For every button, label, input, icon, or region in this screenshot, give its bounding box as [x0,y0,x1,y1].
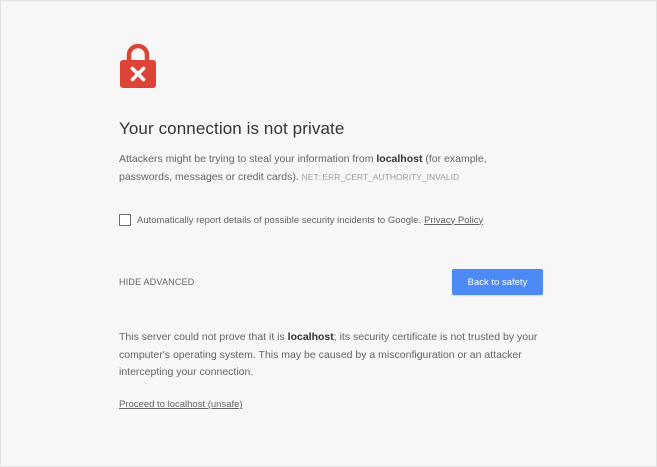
lock-warning-icon [120,43,156,88]
interstitial-page: Your connection is not private Attackers… [0,0,657,467]
page-title: Your connection is not private [119,119,345,138]
details-prefix: This server could not prove that it is [119,331,288,343]
advanced-details: This server could not prove that it is l… [119,329,551,382]
details-host: localhost [287,331,334,343]
description-host: localhost [376,153,423,165]
proceed-unsafe-link[interactable]: Proceed to localhost (unsafe) [119,399,243,410]
error-code: NET::ERR_CERT_AUTHORITY_INVALID [301,171,460,182]
back-to-safety-button[interactable]: Back to safety [452,269,543,295]
privacy-policy-link[interactable]: Privacy Policy [424,215,483,226]
report-option: Automatically report details of possible… [119,214,483,226]
report-checkbox[interactable] [119,214,131,226]
hide-advanced-button[interactable]: HIDE ADVANCED [119,277,194,287]
description-prefix: Attackers might be trying to steal your … [119,153,377,165]
warning-description: Attackers might be trying to steal your … [119,151,539,186]
report-label: Automatically report details of possible… [137,214,422,226]
